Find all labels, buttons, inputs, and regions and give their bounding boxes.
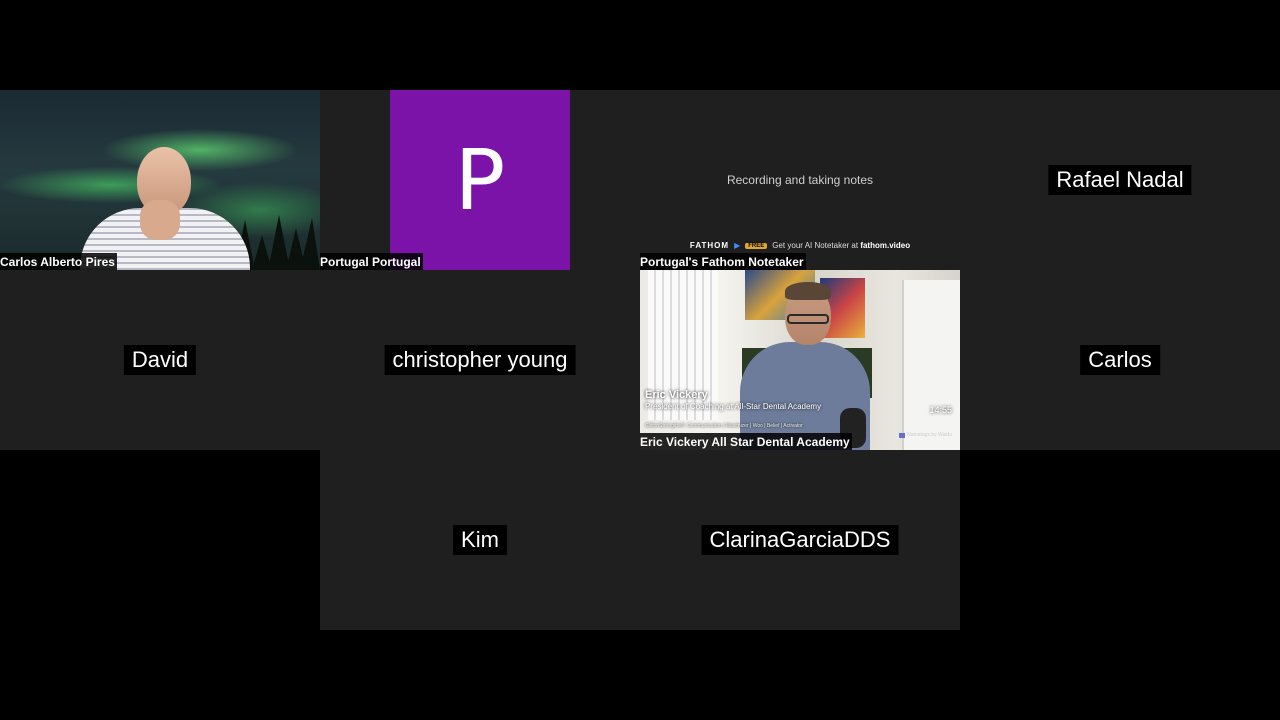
- nametag-icon: [899, 432, 906, 438]
- video-tile-clarina[interactable]: ClarinaGarciaDDS: [640, 450, 960, 630]
- participant-name-label: Carlos Alberto Pires: [0, 253, 117, 270]
- video-tile-carlos-alberto-pires[interactable]: Carlos Alberto Pires: [0, 90, 320, 270]
- fathom-banner: FATHOM ▶ FREE Get your AI Notetaker at f…: [640, 241, 960, 250]
- nametag-overlay: Eric Vickery President of Coaching at Al…: [645, 389, 821, 411]
- fathom-logo: FATHOM: [689, 241, 730, 250]
- participant-name-label: Rafael Nadal: [1048, 165, 1192, 195]
- participant-name-label: Portugal Portugal: [320, 253, 423, 270]
- participant-name-label: Carlos: [1080, 345, 1160, 375]
- video-tile-kim[interactable]: Kim: [320, 450, 640, 630]
- video-tile-rafael-nadal[interactable]: Rafael Nadal: [960, 90, 1280, 270]
- play-icon: ▶: [734, 241, 741, 250]
- participant-hand: [140, 200, 180, 240]
- participant-name-label: ClarinaGarciaDDS: [701, 525, 899, 555]
- glasses-icon: [787, 314, 829, 324]
- avatar-initial: P: [454, 131, 506, 229]
- participant-name-label: christopher young: [384, 345, 576, 375]
- participant-name-label: Portugal's Fathom Notetaker: [640, 253, 806, 270]
- overlay-timer: 14:55: [929, 405, 952, 415]
- video-tile-fathom-notetaker[interactable]: Recording and taking notes FATHOM ▶ FREE…: [640, 90, 960, 270]
- recording-status: Recording and taking notes: [726, 173, 874, 187]
- video-tile-david[interactable]: David: [0, 270, 320, 450]
- overlay-name: Eric Vickery: [645, 389, 708, 401]
- video-tile-portugal[interactable]: P Portugal Portugal: [320, 90, 640, 270]
- participant-name-label: Eric Vickery All Star Dental Academy: [640, 433, 852, 450]
- video-tile-eric-vickery[interactable]: Eric Vickery President of Coaching at Al…: [640, 270, 960, 450]
- overlay-role: President of Coaching at All-Star Dental…: [645, 402, 822, 411]
- fathom-promo-text: Get your AI Notetaker at fathom.video: [772, 241, 911, 250]
- participant-name-label: Kim: [453, 525, 507, 555]
- participant-name-label: David: [123, 345, 197, 375]
- nametag-watermark: Nametags by Waldo: [899, 432, 952, 438]
- participant-hair: [785, 282, 831, 300]
- door: [902, 280, 960, 450]
- overlay-strengths: CliftonStrengths®: Communication | Maxim…: [645, 423, 803, 429]
- avatar: P: [390, 90, 570, 270]
- free-badge: FREE: [745, 242, 768, 249]
- video-tile-christopher-young[interactable]: christopher young: [320, 270, 640, 450]
- video-tile-carlos[interactable]: Carlos: [960, 270, 1280, 450]
